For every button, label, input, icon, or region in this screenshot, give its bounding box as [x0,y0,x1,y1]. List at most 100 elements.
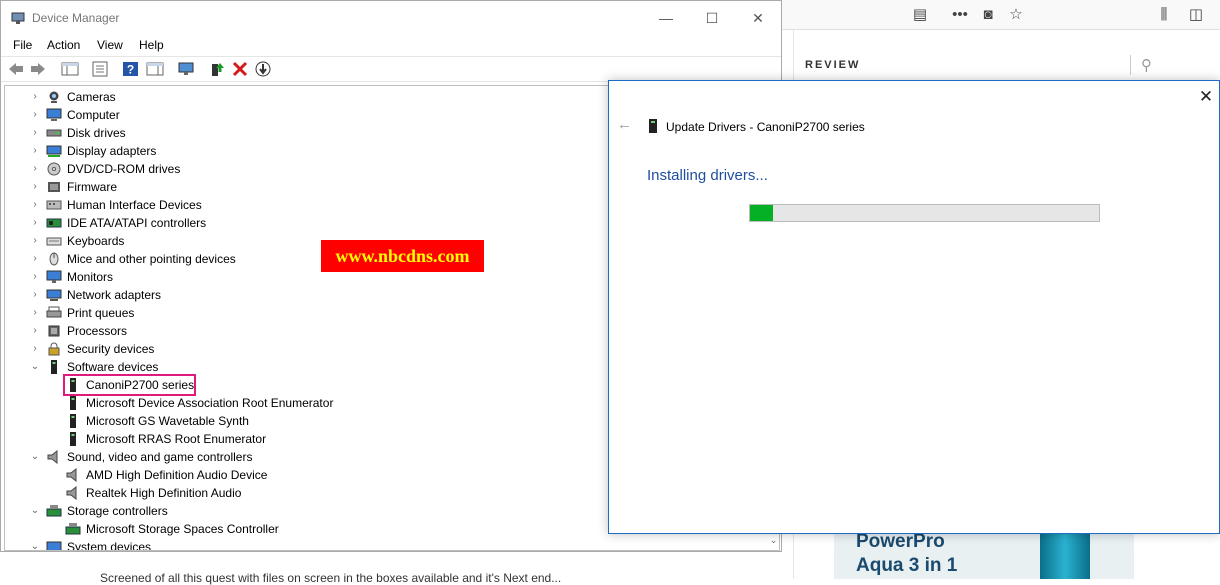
menu-view[interactable]: View [97,38,123,52]
tree-category-label: Display adapters [67,144,157,158]
expand-chevron-icon[interactable]: › [30,142,40,160]
page-body-text: Screened of all this quest with files on… [100,571,562,585]
back-arrow-icon[interactable]: ← [617,117,633,133]
expand-chevron-icon[interactable]: › [30,106,40,124]
tree-category-label: System devices [67,540,152,551]
header-divider [1130,55,1131,75]
expand-chevron-icon[interactable]: › [30,268,40,286]
tree-category-label: Network adapters [67,288,162,302]
camera-icon [49,91,59,103]
minimize-button[interactable]: — [643,5,689,31]
expand-chevron-icon[interactable]: › [30,340,40,358]
scan-hardware-icon[interactable] [177,61,195,77]
tree-device-label: Microsoft GS Wavetable Synth [86,414,249,428]
software-device-icon [51,360,57,374]
tree-category[interactable]: ⌄ System devices [5,538,745,551]
monitor-icon [46,270,62,283]
device-manager-icon [11,12,25,24]
tree-category-label: Disk drives [67,126,126,140]
tree-device-label: Microsoft Storage Spaces Controller [86,522,279,536]
tree-category-label: Keyboards [67,234,125,248]
search-icon[interactable]: ⚲ [1141,56,1152,74]
tree-device-label: Realtek High Definition Audio [86,486,242,500]
expand-chevron-icon[interactable]: › [30,250,40,268]
close-button[interactable]: ✕ [735,5,781,31]
selected-device-highlight [63,374,196,396]
window-title: Device Manager [32,11,120,25]
storage-controller-icon [65,523,81,535]
ad-title[interactable]: PowerPro Aqua 3 in 1 [856,530,957,578]
uninstall-device-icon[interactable] [231,61,249,77]
tree-category-label: Monitors [67,270,114,284]
more-actions-icon[interactable]: ••• [950,5,970,25]
tree-category-label: DVD/CD-ROM drives [67,162,181,176]
expand-chevron-icon[interactable]: › [30,214,40,232]
tree-category-label: Security devices [67,342,155,356]
title-bar: Device Manager — ☐ ✕ [1,1,781,35]
collapse-chevron-icon[interactable]: ⌄ [30,358,40,376]
scroll-down-arrow-icon[interactable]: ⌄ [767,532,779,548]
software-device-icon [70,432,76,446]
forward-arrow-icon[interactable] [29,61,47,77]
disk-drive-icon [46,129,62,137]
library-icon[interactable]: ⫼ [1154,5,1174,25]
tree-category-label: IDE ATA/ATAPI controllers [67,216,207,230]
disable-device-icon[interactable] [254,61,272,77]
action-pane-icon[interactable] [146,61,164,77]
ad-line-2: Aqua 3 in 1 [856,555,958,576]
tree-category-label: Human Interface Devices [67,198,202,212]
toolbar: ? [1,56,781,82]
expand-chevron-icon[interactable]: › [30,124,40,142]
collapse-chevron-icon[interactable]: ⌄ [30,538,40,550]
install-status: Installing drivers... [647,167,768,184]
expand-chevron-icon[interactable]: › [30,88,40,106]
menu-file[interactable]: File [13,38,32,52]
progress-fill [750,205,773,221]
collapse-chevron-icon[interactable]: ⌄ [30,448,40,466]
expand-chevron-icon[interactable]: › [30,304,40,322]
expand-chevron-icon[interactable]: › [30,286,40,304]
hid-icon [46,200,62,210]
expand-chevron-icon[interactable]: › [30,160,40,178]
printer-icon [46,306,62,318]
dialog-title: Update Drivers - CanoniP2700 series [666,120,865,134]
expand-chevron-icon[interactable]: › [30,322,40,340]
system-device-icon [46,541,62,550]
mouse-icon [49,252,59,266]
speaker-icon [66,486,77,500]
update-driver-icon[interactable] [208,61,226,77]
properties-icon[interactable] [91,61,109,77]
tree-category-label: Print queues [67,306,135,320]
software-device-icon [70,414,76,428]
display-adapter-icon [46,145,62,157]
browser-toolbar: ▤ ••• ◙ ☆ ⫼ ◫ [780,0,1220,30]
help-icon[interactable]: ? [122,61,140,77]
dialog-close-button[interactable]: ✕ [1196,87,1216,107]
tree-device-label: AMD High Definition Audio Device [86,468,268,482]
bookmark-star-icon[interactable]: ☆ [1006,5,1026,25]
expand-chevron-icon[interactable]: › [30,196,40,214]
menu-action[interactable]: Action [47,38,80,52]
collapse-chevron-icon[interactable]: ⌄ [30,502,40,520]
install-progress-bar [749,204,1100,222]
expand-chevron-icon[interactable]: › [30,232,40,250]
menu-help[interactable]: Help [139,38,164,52]
sidebar-icon[interactable]: ◫ [1186,5,1206,25]
speaker-icon [47,450,58,464]
speaker-icon [66,468,77,482]
watermark-banner: www.nbcdns.com [321,240,484,272]
dvd-drive-icon [47,162,61,176]
expand-chevron-icon[interactable]: › [30,178,40,196]
maximize-button[interactable]: ☐ [689,5,735,31]
ide-controller-icon [46,218,62,228]
storage-controller-icon [46,505,62,517]
show-hide-console-tree-icon[interactable] [61,61,79,77]
tree-category-label: Sound, video and game controllers [67,450,253,464]
security-device-icon [48,342,60,356]
back-arrow-icon[interactable] [7,61,25,77]
tree-device-label: Microsoft Device Association Root Enumer… [86,396,334,410]
reader-view-icon[interactable]: ▤ [910,5,930,25]
review-section-label: REVIEW [805,59,861,71]
pocket-icon[interactable]: ◙ [978,5,998,25]
update-drivers-dialog: ✕ ← Update Drivers - CanoniP2700 series … [608,80,1220,534]
